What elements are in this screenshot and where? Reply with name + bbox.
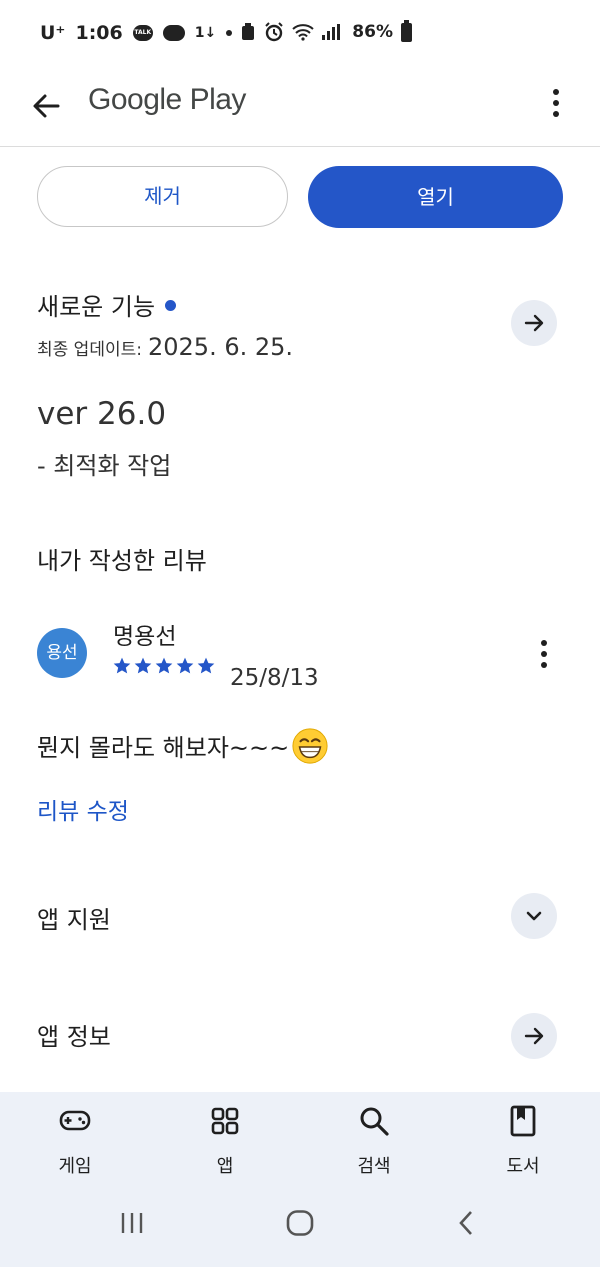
system-back-icon[interactable] [456, 1210, 476, 1236]
carrier-label: U⁺ [40, 22, 66, 44]
star-icon [176, 657, 194, 674]
arrow-right-icon [524, 1027, 544, 1045]
recent-apps-icon[interactable] [118, 1210, 146, 1236]
reviewer-name: 명용선 [113, 624, 177, 650]
back-arrow-icon[interactable] [28, 88, 64, 124]
arrow-right-icon [524, 314, 544, 332]
recycle-icon [242, 23, 255, 40]
review-more-icon[interactable] [528, 637, 560, 671]
nav-search-label: 검색 [357, 1156, 391, 1177]
review-text: 뭔지 몰라도 해보자~~~ [37, 728, 329, 768]
nav-books-label: 도서 [506, 1156, 540, 1177]
clock: 1:06 [75, 22, 123, 44]
app-title: Google Play [88, 83, 246, 116]
signal-icon [322, 24, 341, 40]
battery-icon [401, 19, 412, 42]
wifi-icon [292, 24, 314, 41]
battery-percent: 86% [352, 22, 393, 42]
app-support-expand-button[interactable] [511, 893, 557, 939]
talk-icon: TALK [132, 25, 153, 41]
remove-button[interactable]: 제거 [37, 166, 288, 227]
nav-apps[interactable]: 앱 [165, 1104, 285, 1178]
apps-grid-icon [211, 1107, 239, 1135]
avatar: 용선 [37, 628, 87, 678]
review-date: 25/8/13 [230, 665, 319, 691]
version-text: ver 26.0 [37, 396, 167, 432]
app-info-title[interactable]: 앱 정보 [37, 1017, 111, 1052]
whats-new-label: 새로운 기능 [37, 293, 156, 321]
last-updated-date: 2025. 6. 25. [147, 333, 294, 361]
change-note: - 최적화 작업 [37, 452, 172, 480]
chevron-down-icon [526, 911, 542, 921]
more-vert-icon[interactable] [540, 86, 572, 120]
nav-apps-label: 앱 [216, 1156, 234, 1177]
notification-dot-icon [226, 30, 233, 36]
search-icon [360, 1107, 389, 1136]
edit-review-link[interactable]: 리뷰 수정 [37, 792, 129, 826]
app-support-title[interactable]: 앱 지원 [37, 900, 111, 935]
network-label: 1↓ [194, 25, 217, 41]
grin-emoji-icon [292, 728, 328, 764]
my-review-title: 내가 작성한 리뷰 [37, 547, 207, 575]
new-indicator-dot [165, 299, 177, 311]
star-icon [134, 657, 152, 674]
nav-books[interactable]: 도서 [463, 1104, 583, 1178]
chat-icon [162, 25, 185, 41]
status-left: U⁺ 1:06 TALK 1↓ [40, 22, 233, 44]
star-icon [197, 657, 215, 674]
status-right: 86% [240, 19, 412, 42]
nav-games-label: 게임 [58, 1156, 92, 1177]
book-icon [510, 1105, 536, 1137]
star-icon [113, 657, 131, 674]
alarm-icon [265, 22, 284, 42]
whats-new-title[interactable]: 새로운 기능 [37, 287, 177, 322]
rating-stars [112, 656, 216, 676]
star-icon [155, 657, 173, 674]
nav-games[interactable]: 게임 [15, 1104, 135, 1178]
last-updated: 최종 업데이트: 2025. 6. 25. [37, 333, 293, 361]
home-icon[interactable] [285, 1210, 315, 1236]
whats-new-arrow-button[interactable] [511, 300, 557, 346]
review-body: 뭔지 몰라도 해보자~~~ [37, 734, 290, 762]
open-button[interactable]: 열기 [308, 166, 563, 228]
nav-search[interactable]: 검색 [314, 1104, 434, 1178]
gamepad-icon [59, 1110, 91, 1131]
app-info-arrow-button[interactable] [511, 1013, 557, 1059]
last-updated-label: 최종 업데이트: [37, 340, 142, 360]
